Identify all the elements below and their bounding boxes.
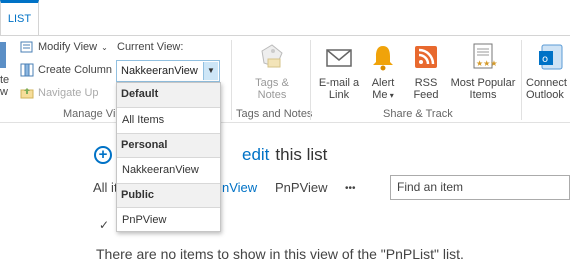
most-popular-label-2: Items: [469, 89, 497, 101]
truncated-command-line1: te: [0, 74, 10, 86]
tags-notes-label-2: Notes: [257, 89, 287, 101]
view-tab-nakkeeran[interactable]: nView: [222, 180, 257, 195]
current-view-value: NakkeeranView: [121, 65, 198, 77]
rss-feed-button[interactable]: RSS Feed: [408, 41, 444, 101]
tag-icon: [261, 44, 283, 68]
ribbon-tab-bar: LIST: [0, 0, 570, 36]
modify-view-button[interactable]: Modify View ⌄: [20, 40, 108, 54]
current-view-label: Current View:: [117, 41, 184, 53]
modify-view-label: Modify View: [38, 41, 98, 53]
manage-views-group-label: Manage Vi: [63, 108, 116, 120]
new-item-suffix: this list: [275, 145, 328, 164]
most-popular-items-button[interactable]: ★★★ Most Popular Items: [449, 41, 517, 101]
ribbon: te w Modify View ⌄ Create Column Navigat…: [0, 35, 570, 123]
share-track-group-label: Share & Track: [383, 108, 453, 120]
email-link-label-1: E-mail a: [318, 77, 360, 89]
tags-notes-group-label: Tags and Notes: [236, 108, 313, 120]
edit-list-link[interactable]: edit: [242, 145, 269, 165]
connect-outlook-label-2: Outlook: [526, 89, 564, 101]
dropdown-item-all-items[interactable]: All Items: [117, 108, 220, 133]
folder-up-icon: [20, 88, 34, 99]
list-content: + edit this list All it nView PnPView ••…: [0, 124, 570, 266]
dropdown-item-pnp-view[interactable]: PnPView: [117, 208, 220, 233]
rss-feed-label-1: RSS: [414, 77, 438, 89]
checkmark-icon[interactable]: ✓: [99, 218, 109, 232]
rss-icon: [415, 46, 437, 68]
connect-outlook-button[interactable]: o Connect t Outlook: [526, 41, 570, 101]
most-popular-label-1: Most Popular: [450, 77, 516, 89]
group-divider: [521, 40, 522, 120]
popular-items-icon: ★★★: [473, 43, 498, 69]
bell-icon: [373, 46, 393, 71]
truncated-command-line2: w: [0, 86, 8, 98]
connect-outlook-label-1: Connect t: [526, 77, 570, 89]
alert-me-label-1: Alert: [371, 77, 395, 89]
create-column-icon: [20, 63, 34, 77]
empty-list-message: There are no items to show in this view …: [96, 246, 464, 262]
tags-notes-button[interactable]: Tags & Notes: [247, 41, 297, 101]
outlook-icon: o: [539, 44, 563, 70]
dropdown-section-public: Public: [117, 183, 220, 208]
search-placeholder: Find an item: [397, 180, 464, 194]
group-divider: [231, 40, 232, 120]
svg-text:★★★: ★★★: [476, 59, 498, 68]
create-column-label: Create Column: [38, 64, 112, 76]
dropdown-section-personal: Personal: [117, 133, 220, 158]
svg-text:o: o: [542, 54, 548, 65]
email-link-label-2: Link: [328, 89, 350, 101]
view-dropdown-menu: Default All Items Personal NakkeeranView…: [116, 82, 221, 232]
alert-me-label-2-text: Me: [372, 89, 388, 101]
dropdown-section-default: Default: [117, 83, 220, 108]
chevron-down-icon: ⌄: [101, 42, 108, 52]
chevron-down-icon[interactable]: ▼: [203, 62, 218, 80]
tags-notes-label-1: Tags &: [255, 77, 289, 89]
tab-list[interactable]: LIST: [0, 0, 39, 36]
view-tab-all-items[interactable]: All it: [93, 180, 118, 195]
email-link-button[interactable]: E-mail a Link: [316, 41, 362, 101]
dropdown-item-nakkeeran-view[interactable]: NakkeeranView: [117, 158, 220, 183]
alert-me-button[interactable]: Alert Me ▾: [365, 41, 401, 102]
navigate-up-button[interactable]: Navigate Up: [20, 86, 99, 100]
current-view-select[interactable]: NakkeeranView ▼: [116, 60, 220, 82]
modify-view-icon: [20, 41, 33, 53]
search-input[interactable]: Find an item: [390, 175, 570, 200]
more-views-icon[interactable]: •••: [345, 183, 356, 194]
view-tab-pnp[interactable]: PnPView: [275, 180, 328, 195]
truncated-command[interactable]: te w: [0, 74, 9, 98]
envelope-icon: [326, 49, 352, 67]
navigate-up-label: Navigate Up: [38, 87, 99, 99]
truncated-command-icon: [0, 42, 6, 68]
group-divider: [310, 40, 311, 120]
alert-me-label-2: Me ▾: [365, 89, 401, 102]
rss-feed-label-2: Feed: [413, 89, 439, 101]
plus-circle-icon[interactable]: +: [94, 146, 112, 164]
chevron-down-icon: ▾: [387, 91, 394, 100]
create-column-button[interactable]: Create Column: [20, 63, 112, 77]
